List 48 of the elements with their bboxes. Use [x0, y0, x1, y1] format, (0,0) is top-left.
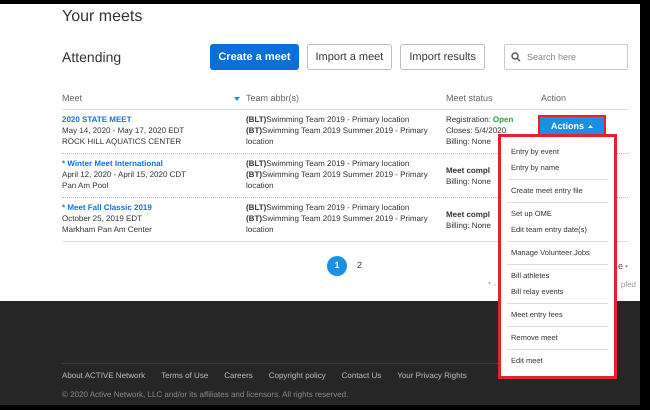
team-entry: (BT)Swimming Team 2019 Summer 2019 - Primary location [246, 169, 429, 191]
meet-link[interactable]: * Meet Fall Classic 2019 [62, 202, 246, 213]
toolbar-button[interactable]: Import results [400, 44, 485, 70]
footer-link[interactable]: Careers [224, 370, 253, 382]
note-text: pled [620, 280, 636, 290]
status-value: Open [492, 114, 514, 125]
page-title: Your meets [62, 7, 144, 27]
copyright-text: © 2020 Active Network, LLC and/or its affiliates and licensors. All rights reserved. [62, 389, 348, 401]
status-text: Billing: None [446, 220, 491, 231]
column-header: Action [541, 92, 566, 103]
per-page-text: e [618, 260, 624, 272]
caret-icon [588, 124, 593, 128]
meet-dates: May 14, 2020 - May 17, 2020 EDT [62, 125, 186, 136]
search-icon [511, 52, 521, 62]
meet-dates: April 12, 2020 - April 15, 2020 CDT [62, 169, 188, 180]
meet-venue: Pan Am Pool [62, 180, 110, 191]
column-header: Meet status [446, 92, 493, 103]
search-field[interactable]: Search here [504, 44, 628, 70]
column-header: Team abbr(s) [246, 92, 300, 103]
team-entry: (BLT)Swimming Team 2019 - Primary location [246, 114, 410, 125]
sort-caret-icon [234, 96, 240, 100]
caret-icon [625, 264, 628, 268]
note-text: * - [488, 280, 496, 290]
meet-dates: October 25, 2019 EDT [62, 213, 144, 224]
status-text: Meet compl [446, 165, 490, 176]
status-text: Meet compl [446, 209, 490, 220]
column-header[interactable]: Meet [62, 92, 82, 106]
footer-link[interactable]: About ACTIVE Network [62, 370, 146, 382]
team-entry: (BLT)Swimming Team 2019 - Primary location [246, 158, 410, 169]
status-label: Registration: [446, 114, 491, 125]
meet-venue: ROCK HILL AQUATICS CENTER [62, 136, 182, 147]
status-text: Closes: 5/4/2020 [446, 125, 506, 136]
team-entry: (BT)Swimming Team 2019 Summer 2019 - Primary location [246, 125, 429, 147]
status-text: Billing: None [446, 136, 491, 147]
toolbar-button[interactable]: Create a meet [210, 44, 298, 70]
page-button[interactable]: 2 [357, 259, 362, 273]
meet-link[interactable]: 2020 STATE MEET [62, 114, 246, 125]
footer-link[interactable]: Contact Us [342, 370, 382, 382]
section-heading: Attending [62, 48, 122, 67]
toolbar-button[interactable]: Import a meet [306, 44, 392, 70]
footer-link[interactable]: Terms of Use [161, 370, 208, 382]
meet-link[interactable]: * Winter Meet International [62, 158, 246, 169]
team-entry: (BT)Swimming Team 2019 Summer 2019 - Primary location [246, 213, 429, 235]
footer-link[interactable]: Copyright policy [268, 370, 326, 382]
footer-link[interactable]: Your Privacy Rights [397, 370, 467, 382]
status-text: Billing: None [446, 176, 491, 187]
meet-venue: Markham Pan Am Center [62, 224, 153, 235]
team-entry: (BLT)Swimming Team 2019 - Primary location [246, 202, 410, 213]
